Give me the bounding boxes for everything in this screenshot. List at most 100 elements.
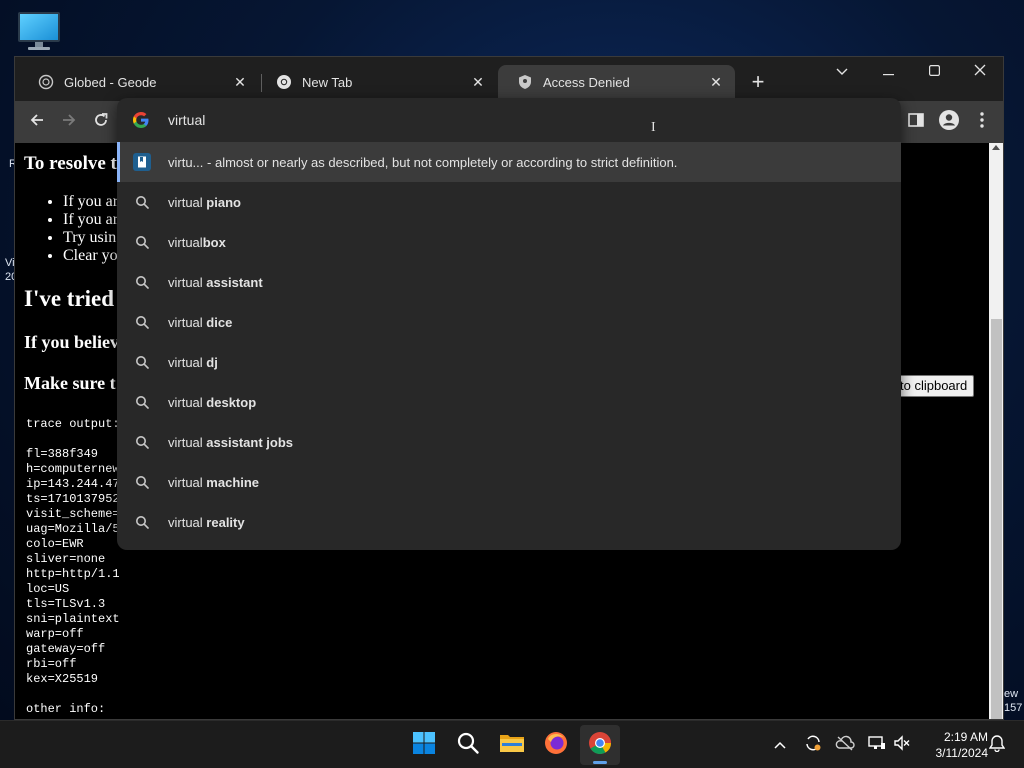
- minimize-icon: [882, 63, 894, 81]
- firefox-button[interactable]: [536, 725, 576, 765]
- scroll-up-arrow-icon[interactable]: [992, 145, 1000, 150]
- folder-icon: [499, 732, 525, 759]
- suggestion-label: virtual piano: [168, 194, 241, 210]
- taskbar: 2:19 AM 3/11/2024: [0, 720, 1024, 768]
- trace-line: kex=X25519: [26, 672, 99, 686]
- trace-line: colo=EWR: [26, 537, 84, 551]
- suggestion-item[interactable]: virtual assistant: [117, 262, 901, 302]
- notifications-button[interactable]: [985, 733, 1009, 757]
- close-window-button[interactable]: [957, 57, 1003, 87]
- file-explorer-button[interactable]: [492, 725, 532, 765]
- search-icon: [133, 433, 151, 451]
- clock-date: 3/11/2024: [935, 746, 989, 760]
- back-button[interactable]: [24, 109, 50, 135]
- copy-to-clipboard-button[interactable]: to clipboard: [889, 375, 975, 397]
- maximize-button[interactable]: [911, 57, 957, 87]
- suggestion-dictionary[interactable]: virtu... - almost or nearly as described…: [117, 142, 901, 182]
- suggestion-item[interactable]: virtual assistant jobs: [117, 422, 901, 462]
- text-cursor-icon: I: [651, 120, 656, 135]
- shield-icon: [516, 73, 534, 91]
- desktop-monitor-icon[interactable]: [16, 10, 62, 52]
- kebab-menu-icon: [980, 111, 984, 133]
- desktop-fragment: 157: [1004, 702, 1023, 714]
- reload-button[interactable]: [88, 109, 114, 135]
- omnibox-query: virtual: [168, 112, 206, 128]
- close-icon: [974, 63, 986, 81]
- suggestion-label: virtu... - almost or nearly as described…: [168, 154, 678, 170]
- tab-title: Globed - Geode: [64, 74, 157, 90]
- suggestion-item[interactable]: virtualbox: [117, 222, 901, 262]
- trace-line: fl=388f349: [26, 447, 99, 461]
- trace-output: trace output: fl=388f349 h=computernew ip=1…: [26, 417, 120, 717]
- forward-button[interactable]: [56, 109, 82, 135]
- heading-resolve: To resolve th: [24, 153, 128, 174]
- arrow-left-icon: [29, 112, 45, 133]
- suggestion-item[interactable]: virtual desktop: [117, 382, 901, 422]
- heading-believe: If you believ: [24, 332, 120, 352]
- network-tray-button[interactable]: [865, 733, 889, 757]
- chevron-down-icon: [836, 63, 848, 81]
- list-item: If you ar: [63, 193, 118, 211]
- volume-tray-button[interactable]: [890, 733, 914, 757]
- trace-line: visit_scheme=: [26, 507, 120, 521]
- trace-line: http=http/1.1: [26, 567, 120, 581]
- desktop-fragment: ew: [1004, 688, 1019, 700]
- close-icon[interactable]: ✕: [469, 73, 487, 91]
- list-item: Clear yo: [63, 247, 118, 265]
- cloud-offline-icon: [835, 735, 855, 756]
- suggestion-label: virtual assistant jobs: [168, 434, 293, 450]
- close-icon[interactable]: ✕: [231, 73, 249, 91]
- address-bar[interactable]: virtual I: [117, 98, 901, 142]
- chrome-icon: [588, 731, 612, 760]
- page-scrollbar[interactable]: [989, 143, 1003, 719]
- scrollbar-thumb[interactable]: [991, 319, 1002, 719]
- trace-line: ts=1710137952: [26, 492, 120, 506]
- taskbar-search-button[interactable]: [448, 725, 488, 765]
- tab-title: New Tab: [302, 74, 353, 90]
- suggestion-label: virtual machine: [168, 474, 260, 490]
- start-button[interactable]: [404, 725, 444, 765]
- suggestion-label: virtual dj: [168, 354, 218, 370]
- taskbar-clock[interactable]: 2:19 AM 3/11/2024: [918, 729, 989, 761]
- new-tab-button[interactable]: +: [746, 71, 770, 95]
- list-item: If you ar: [63, 211, 118, 229]
- chrome-taskbar-button[interactable]: [580, 725, 620, 765]
- tab-access-denied[interactable]: Access Denied ✕: [498, 65, 735, 99]
- maximize-icon: [928, 63, 940, 81]
- menu-button[interactable]: [969, 109, 995, 135]
- search-icon: [133, 513, 151, 531]
- onedrive-tray-button[interactable]: [833, 733, 857, 757]
- trace-line: trace output:: [26, 417, 120, 431]
- close-icon[interactable]: ✕: [707, 73, 725, 91]
- show-hidden-icons-button[interactable]: [768, 733, 792, 757]
- suggestion-item[interactable]: virtual dj: [117, 342, 901, 382]
- chrome-icon: [275, 73, 293, 91]
- sync-tray-button[interactable]: [801, 733, 825, 757]
- suggestion-item[interactable]: virtual piano: [117, 182, 901, 222]
- list-item: Try usin: [63, 229, 118, 247]
- side-panel-button[interactable]: [903, 109, 929, 135]
- trace-line: loc=US: [26, 582, 70, 596]
- profile-button[interactable]: [936, 109, 962, 135]
- windows-start-icon: [412, 731, 436, 760]
- trace-line: tls=TLSv1.3: [26, 597, 106, 611]
- omnibox-dropdown: virtual I virtu... - almost or nearly as…: [117, 98, 901, 550]
- suggestion-item[interactable]: virtual machine: [117, 462, 901, 502]
- resolve-list: If you ar If you ar Try usin Clear yo: [63, 193, 118, 265]
- heading-tried: I've tried: [24, 286, 115, 311]
- reload-icon: [93, 112, 109, 133]
- minimize-button[interactable]: [865, 57, 911, 87]
- side-panel-icon: [908, 112, 924, 132]
- suggestion-label: virtual dice: [168, 314, 233, 330]
- tab-search-button[interactable]: [819, 57, 865, 87]
- trace-line: sni=plaintext: [26, 612, 120, 626]
- globe-icon: [37, 73, 55, 91]
- suggestion-label: virtual reality: [168, 514, 245, 530]
- trace-line: [26, 687, 120, 702]
- tab-new-tab[interactable]: New Tab ✕: [257, 65, 497, 99]
- suggestion-item[interactable]: virtual reality: [117, 502, 901, 542]
- search-icon: [133, 393, 151, 411]
- google-icon: [132, 111, 150, 129]
- suggestion-item[interactable]: virtual dice: [117, 302, 901, 342]
- tab-globed-geode[interactable]: Globed - Geode ✕: [19, 65, 259, 99]
